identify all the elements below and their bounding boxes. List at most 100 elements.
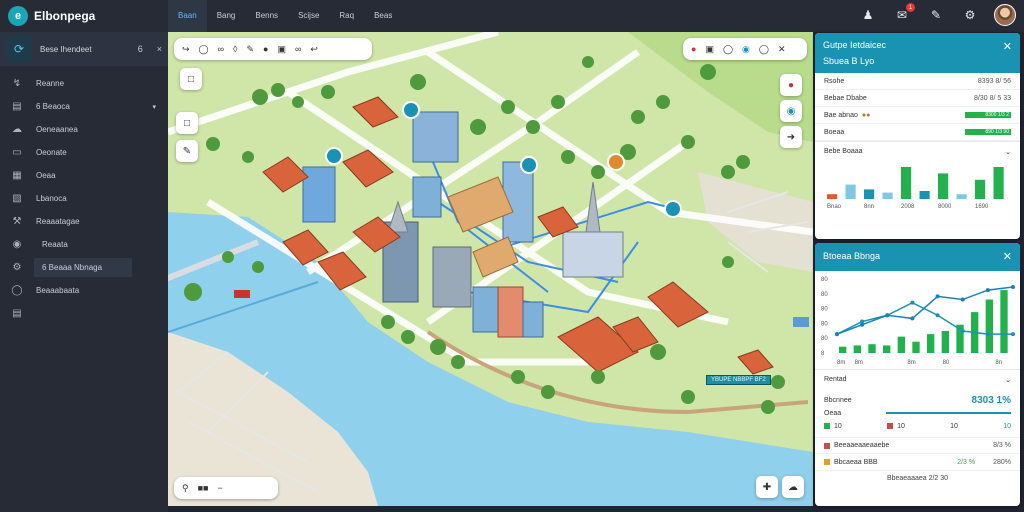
bar-chart-bar — [901, 167, 912, 199]
target-icon[interactable]: ◉ — [742, 44, 750, 55]
route-icon[interactable]: ∞ — [218, 44, 224, 54]
sidebar-header: ⟳ Bese Ihendeet 6 × — [0, 32, 168, 66]
bar-chart-tick-label: 8000 — [938, 204, 952, 210]
globe-icon: ◉ — [12, 239, 22, 250]
alert-icon[interactable]: ● — [691, 44, 696, 54]
sidebar-item-beaoca[interactable]: ▤ 6 Beaoca ▾ — [0, 95, 168, 118]
tools-icon: ⚒ — [12, 216, 22, 227]
series-line-1-point — [860, 322, 865, 327]
ruler-icon[interactable]: ■■ — [198, 483, 209, 493]
sidebar-item-reaata[interactable]: ◉ Reaata — [0, 233, 168, 256]
notifications-icon[interactable]: ✉ 1 — [892, 3, 915, 25]
row-swatch — [824, 442, 830, 449]
tab-scijse[interactable]: Scijse — [288, 0, 329, 32]
sidebar-close-icon[interactable]: × — [157, 44, 162, 54]
sidebar-item-doc[interactable]: ▤ — [0, 302, 168, 325]
sidebar-count: 6 — [137, 44, 143, 54]
chevron-down-icon: ⌄ — [1005, 376, 1011, 384]
sidebar-item-oeaa[interactable]: ▦ Oeaa — [0, 164, 168, 187]
bar-chart-bar — [845, 184, 856, 199]
app-logo[interactable]: e Elbonpega — [0, 6, 168, 26]
zoom-in-button[interactable]: □ — [180, 68, 202, 90]
layers-icon[interactable]: ◊ — [233, 44, 237, 54]
app-title: Elbonpega — [34, 9, 96, 23]
series-line-2-point — [985, 332, 990, 337]
row-mid-value: 2/3 % — [957, 458, 976, 466]
tab-bang[interactable]: Bang — [207, 0, 246, 32]
traffic-button[interactable]: ● — [780, 74, 802, 96]
summary-subrow: Oeaa — [815, 407, 1020, 419]
draw-button[interactable]: ✎ — [176, 140, 198, 162]
chat-icon: ◯ — [11, 285, 23, 296]
chevron-down-icon: ⌄ — [1005, 148, 1011, 156]
x-tick-label: 80 — [943, 360, 950, 366]
info-row: Bae abnao ●● 8300 1/3 2 — [815, 107, 1020, 124]
car — [234, 290, 250, 298]
y-tick-label: 80 — [821, 292, 828, 298]
bar-chart-bar — [938, 173, 949, 199]
fullscreen-button[interactable]: ✚ — [756, 476, 778, 498]
share-icon[interactable]: ↩ — [310, 44, 318, 55]
close-icon[interactable]: ✕ — [1003, 40, 1012, 53]
close-icon[interactable]: ✕ — [1003, 250, 1012, 263]
link-icon[interactable]: ∞ — [295, 44, 301, 54]
tab-raq[interactable]: Raq — [329, 0, 364, 32]
combo-chart-bar — [868, 344, 876, 353]
sidebar-item-oeneaanea[interactable]: ☁ Oeneaanea — [0, 118, 168, 141]
settings-icon[interactable]: ⚙ — [960, 5, 980, 25]
pointer-icon[interactable]: ↪ — [182, 44, 190, 55]
sidebar-item-oeonate[interactable]: ▭ Oeonate — [0, 141, 168, 164]
combo-chart-bar — [912, 341, 920, 353]
pin-icon[interactable]: ● — [263, 44, 268, 54]
sidebar-item-lbanoca[interactable]: ▧ Lbanoca — [0, 187, 168, 210]
measure-icon[interactable]: ✎ — [247, 44, 255, 55]
series-line-1-point — [985, 288, 990, 293]
folder-icon: ▤ — [12, 101, 22, 112]
sidebar-item-beaaabaata[interactable]: ◯ Beaaabaata — [0, 279, 168, 302]
sidebar-item-reaaatagae[interactable]: ⚒ Reaaatagae — [0, 210, 168, 233]
messages-icon[interactable]: ✎ — [926, 5, 946, 25]
map-search-bar[interactable]: ⚲ ■■ − — [174, 477, 278, 499]
minus-icon[interactable]: − — [217, 483, 222, 493]
image-icon[interactable]: ▣ — [277, 44, 286, 55]
info-panel: Gutpe Ietdaicec Sbuea B Lyo ✕ Rsohe 8393 … — [815, 33, 1020, 239]
top-nav: Baan Bang Benns Scijse Raq Beas — [168, 0, 402, 32]
tab-baan[interactable]: Baan — [168, 0, 207, 32]
bar-chart-bar — [956, 194, 967, 199]
location-button[interactable]: ◉ — [780, 100, 802, 122]
legend-value: 10 — [1003, 422, 1011, 430]
map-style-button[interactable]: ☁ — [782, 476, 804, 498]
row-label: Beeaaeaaeaaebe — [834, 442, 890, 449]
sidebar-item-label: 6 Beaoca — [36, 102, 70, 111]
zoom-out-button[interactable]: □ — [176, 112, 198, 134]
record-icon[interactable]: ▣ — [705, 44, 714, 55]
chat-bubble-icon[interactable]: ◯ — [723, 44, 733, 55]
legend-value: 10 — [950, 422, 958, 430]
compass-button[interactable]: ➜ — [780, 126, 802, 148]
lasso-icon[interactable]: ◯ — [199, 44, 209, 55]
panel-footer: Bbeaeaaaea 2/2 30 — [886, 475, 949, 482]
time-icon[interactable]: ◯ — [759, 44, 769, 55]
city-map[interactable]: ↪ ◯ ∞ ◊ ✎ ● ▣ ∞ ↩ ● ▣ ◯ ◉ ◯ ✕ □ □ ✎ ● ◉ … — [168, 32, 813, 506]
combo-chart-bar — [1000, 290, 1008, 353]
y-tick-label: 8 — [821, 351, 825, 357]
refresh-icon[interactable]: ⟳ — [6, 36, 32, 62]
row-value: 8/3 % — [993, 442, 1011, 449]
tab-beas[interactable]: Beas — [364, 0, 402, 32]
progress-bar: 8300 1/3 2 — [965, 112, 1011, 118]
sidebar-item-beaaa-nbnaga[interactable]: ⚙ 6 Beaaa Nbnaga — [0, 256, 168, 279]
sidebar-item-reanne[interactable]: ↯ Reanne — [0, 72, 168, 95]
close-icon[interactable]: ✕ — [778, 44, 786, 55]
info-panel-title: Gutpe Ietdaicec — [823, 40, 887, 50]
table-icon: ▦ — [12, 170, 22, 181]
bar-chart-tick-label: 1690 — [975, 204, 989, 210]
map-canvas — [168, 32, 813, 506]
map-top-right-toolbar: ● ▣ ◯ ◉ ◯ ✕ — [683, 38, 807, 60]
section-toggle[interactable]: Rentad ⌄ — [815, 369, 1020, 389]
user-icon[interactable]: ♟ — [858, 5, 878, 25]
avatar[interactable] — [994, 4, 1016, 26]
section-toggle[interactable]: Bebe Boaaa ⌄ — [815, 141, 1020, 161]
bar-chart-bar — [882, 192, 893, 199]
tab-benns[interactable]: Benns — [245, 0, 288, 32]
bar-chart-bar — [864, 189, 875, 199]
